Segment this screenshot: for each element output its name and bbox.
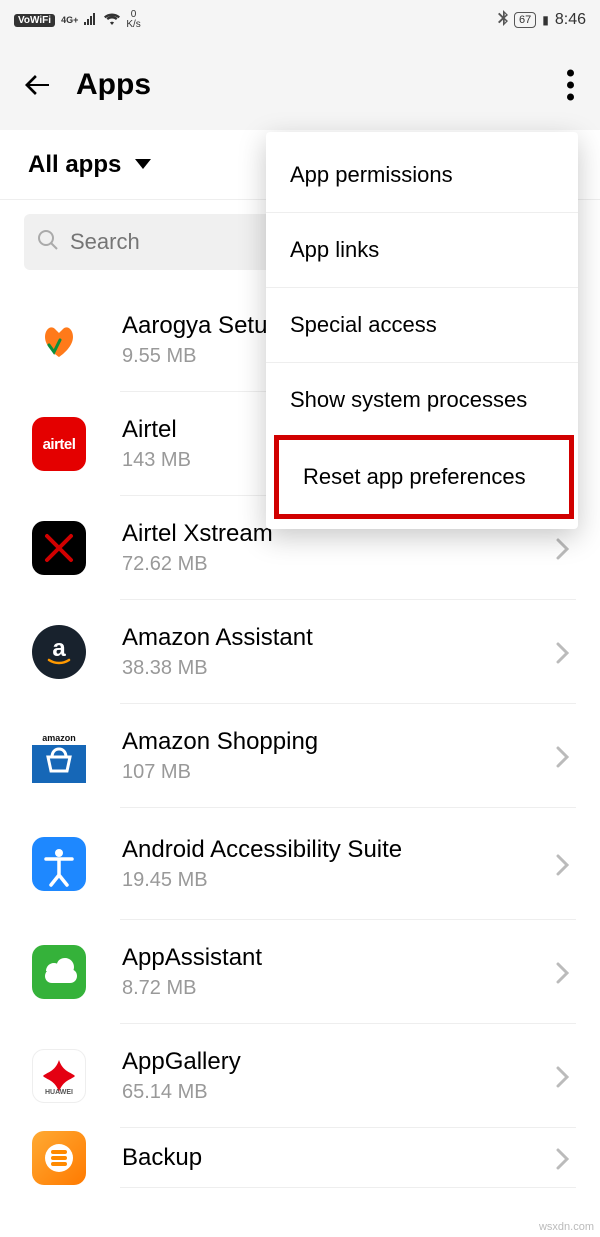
app-icon-amazon-shopping: amazon [32, 729, 86, 783]
svg-text:a: a [52, 635, 66, 662]
svg-text:amazon: amazon [42, 733, 76, 743]
overflow-menu-button[interactable] [567, 70, 574, 101]
app-name: Android Accessibility Suite [122, 836, 556, 865]
app-icon-airtel: airtel [32, 417, 86, 471]
app-icon-appgallery: HUAWEI [32, 1049, 86, 1103]
wifi-icon [104, 13, 120, 28]
battery-icon: ▮ [542, 13, 549, 27]
menu-item-special-access[interactable]: Special access [266, 287, 578, 362]
overflow-menu: App permissions App links Special access… [266, 132, 578, 529]
svg-text:HUAWEI: HUAWEI [45, 1089, 73, 1096]
app-icon-accessibility [32, 837, 86, 891]
app-name: AppAssistant [122, 944, 556, 973]
app-icon-xstream [32, 521, 86, 575]
chevron-right-icon [556, 962, 576, 982]
network-type: 4G+ [61, 15, 78, 25]
app-size: 107 MB [122, 761, 556, 784]
vowifi-badge: VoWiFi [14, 14, 55, 27]
search-icon [36, 228, 60, 257]
watermark: wsxdn.com [539, 1221, 594, 1233]
list-item[interactable]: AppAssistant 8.72 MB [0, 920, 600, 1024]
page-title: Apps [76, 68, 151, 102]
app-size: 38.38 MB [122, 657, 556, 680]
app-name: Amazon Assistant [122, 624, 556, 653]
app-name: Backup [122, 1144, 556, 1173]
dropdown-caret-icon [135, 156, 151, 174]
chevron-right-icon [556, 746, 576, 766]
chevron-right-icon [556, 642, 576, 662]
app-bar: Apps [0, 40, 600, 130]
chevron-right-icon [556, 538, 576, 558]
app-icon-amazon: a [32, 625, 86, 679]
status-bar: VoWiFi 4G+ 0 K/s 67 ▮ 8:46 [0, 0, 600, 40]
app-size: 8.72 MB [122, 977, 556, 1000]
list-item[interactable]: HUAWEI AppGallery 65.14 MB [0, 1024, 600, 1128]
list-item[interactable]: Android Accessibility Suite 19.45 MB [0, 808, 600, 920]
chevron-right-icon [556, 1066, 576, 1086]
app-name: Amazon Shopping [122, 728, 556, 757]
menu-item-app-permissions[interactable]: App permissions [266, 138, 578, 212]
signal-icon [84, 13, 98, 28]
status-left: VoWiFi 4G+ 0 K/s [14, 10, 141, 30]
app-size: 65.14 MB [122, 1081, 556, 1104]
app-icon-aarogya [32, 313, 86, 367]
list-item[interactable]: a Amazon Assistant 38.38 MB [0, 600, 600, 704]
status-right: 67 ▮ 8:46 [498, 10, 586, 31]
menu-item-show-system-processes[interactable]: Show system processes [266, 362, 578, 437]
app-icon-appassistant [32, 945, 86, 999]
menu-item-reset-app-preferences[interactable]: Reset app preferences [279, 440, 569, 514]
chevron-right-icon [556, 1148, 576, 1168]
app-name: AppGallery [122, 1048, 556, 1077]
menu-item-app-links[interactable]: App links [266, 212, 578, 287]
filter-label: All apps [28, 151, 121, 179]
bluetooth-icon [498, 10, 508, 31]
app-size: 19.45 MB [122, 869, 556, 892]
highlight-box: Reset app preferences [274, 435, 574, 519]
list-item[interactable]: amazon Amazon Shopping 107 MB [0, 704, 600, 808]
battery-level: 67 [514, 12, 536, 28]
data-speed: 0 K/s [126, 10, 140, 30]
list-item[interactable]: Backup [0, 1128, 600, 1188]
clock: 8:46 [555, 11, 586, 29]
back-button[interactable] [20, 68, 54, 102]
chevron-right-icon [556, 854, 576, 874]
app-icon-backup [32, 1131, 86, 1185]
app-size: 72.62 MB [122, 553, 556, 576]
